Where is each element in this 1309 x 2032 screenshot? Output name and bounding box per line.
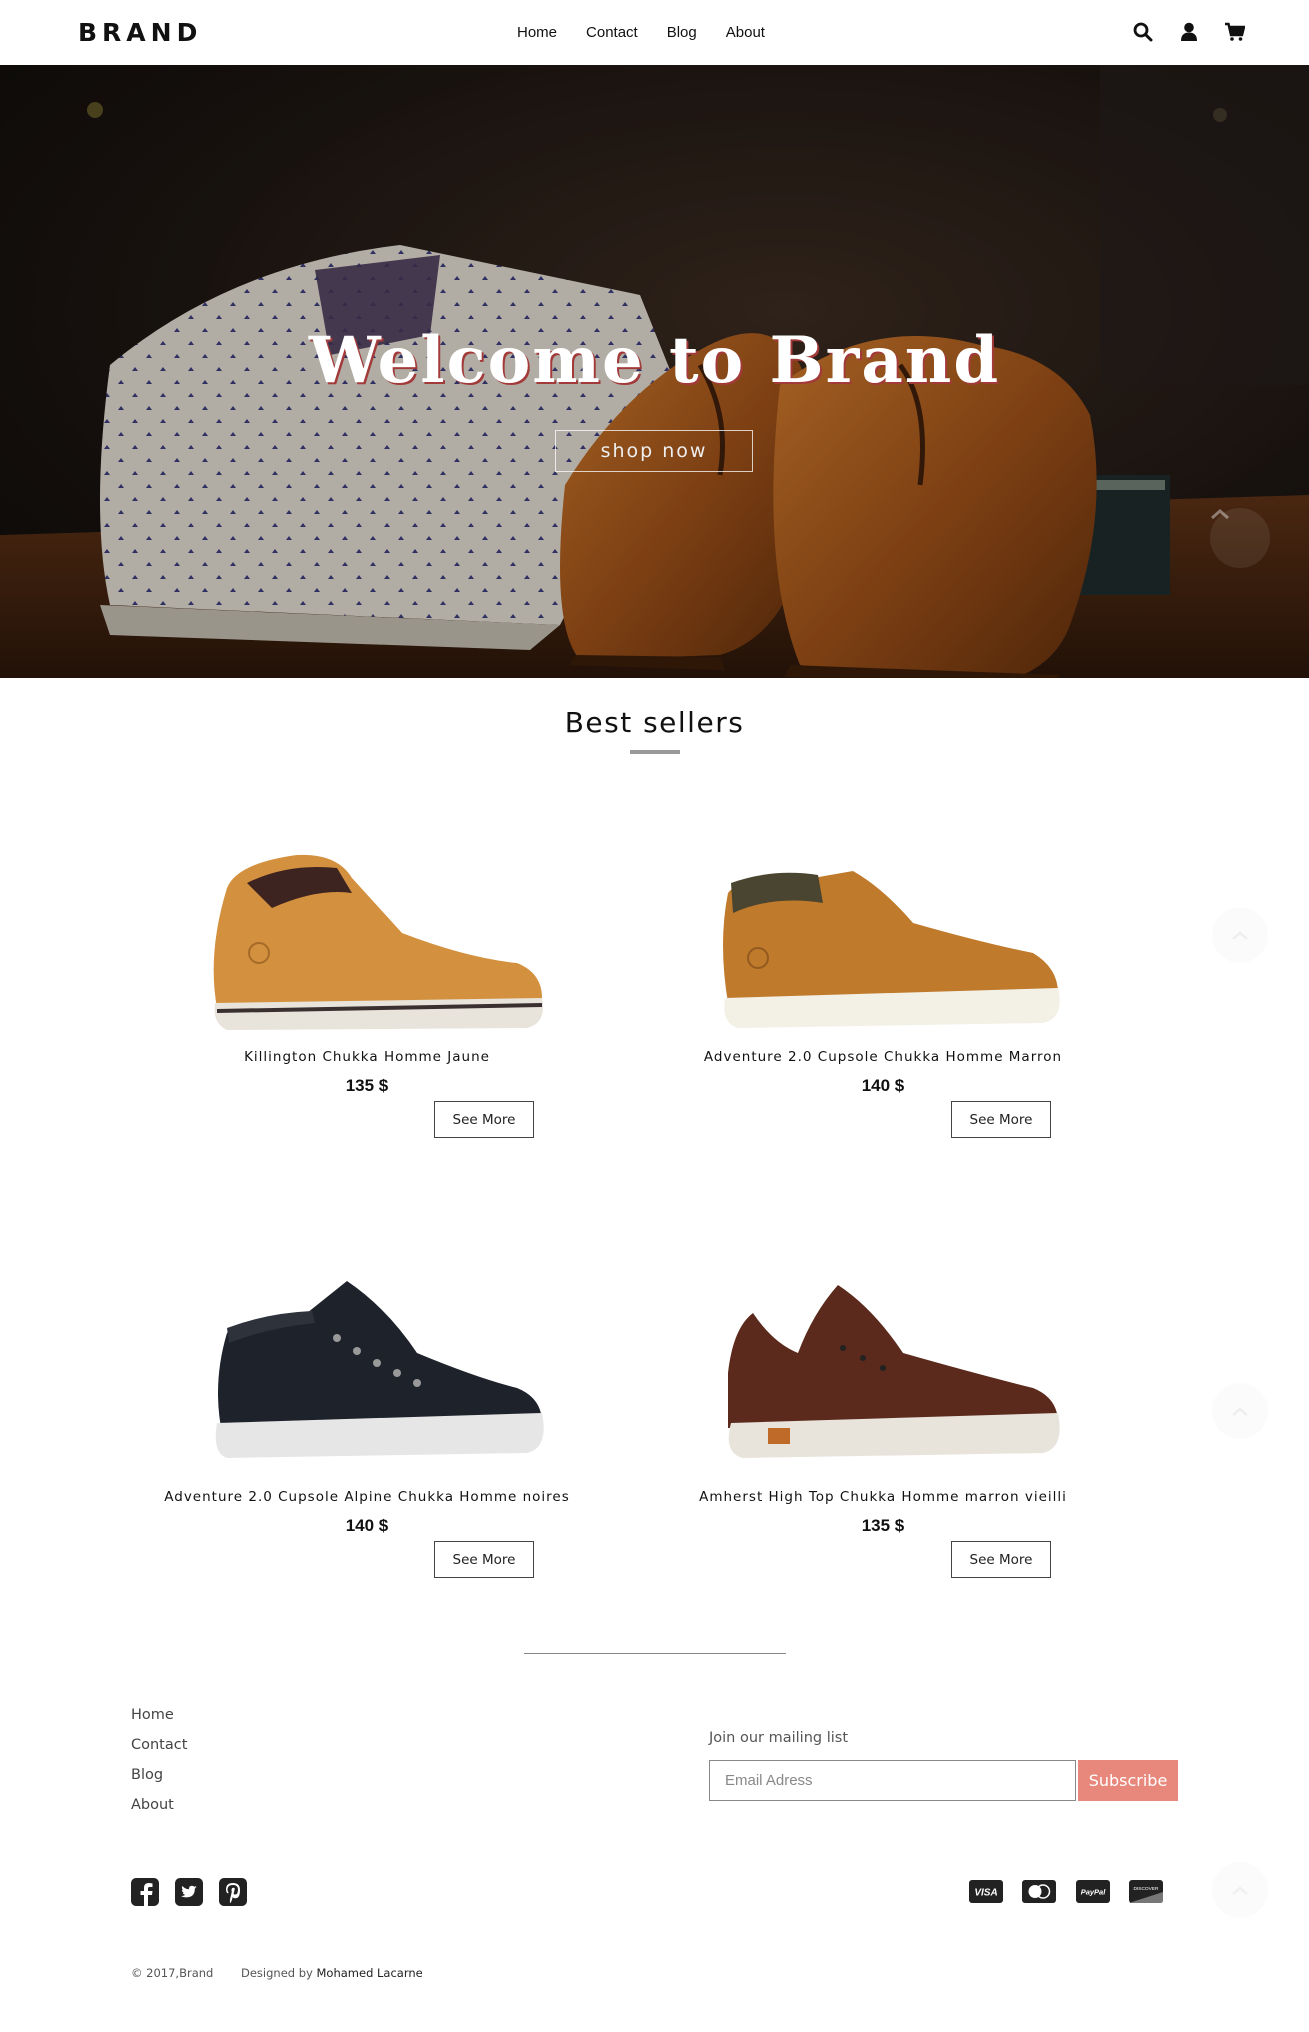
copyright: © 2017,Brand <box>131 1966 214 1980</box>
paypal-icon: PayPal <box>1076 1880 1110 1903</box>
designer-name[interactable]: Mohamed Lacarne <box>317 1966 423 1980</box>
product-price: 135 $ <box>861 1516 905 1535</box>
search-icon[interactable] <box>1131 20 1155 44</box>
product-price: 140 $ <box>861 1076 905 1095</box>
product-card: Killington Chukka Homme Jaune 135 $ See … <box>137 833 597 1143</box>
visa-label: VISA <box>974 1888 997 1899</box>
nav-links: Home Contact Blog About <box>517 24 794 41</box>
footer-link-about[interactable]: About <box>131 1797 174 1813</box>
shop-now-button[interactable]: shop now <box>555 430 753 472</box>
nav-link-home[interactable]: Home <box>517 24 557 41</box>
mailing-list-label: Join our mailing list <box>709 1730 849 1746</box>
product-price: 135 $ <box>345 1076 389 1095</box>
product-price: 140 $ <box>345 1516 389 1535</box>
footer-link-contact[interactable]: Contact <box>131 1737 187 1753</box>
see-more-button[interactable]: See More <box>434 1101 534 1138</box>
footer-divider <box>524 1653 786 1654</box>
nav-link-about[interactable]: About <box>726 24 765 41</box>
navbar: BRAND Home Contact Blog About <box>0 0 1309 65</box>
chevron-up-icon <box>1232 930 1248 940</box>
product-name[interactable]: Adventure 2.0 Cupsole Chukka Homme Marro… <box>653 1049 1113 1065</box>
scroll-up-button[interactable] <box>1212 1862 1268 1918</box>
pinterest-icon[interactable] <box>219 1878 247 1906</box>
twitter-icon[interactable] <box>175 1878 203 1906</box>
see-more-button[interactable]: See More <box>951 1541 1051 1578</box>
designed-by-label: Designed by <box>241 1966 313 1980</box>
hero-banner: Welcome to Brand shop now <box>0 65 1309 678</box>
product-name[interactable]: Killington Chukka Homme Jaune <box>137 1049 597 1065</box>
product-image-dark-brown-sneaker[interactable] <box>703 1273 1083 1483</box>
chevron-up-icon <box>1232 1885 1248 1895</box>
product-name[interactable]: Adventure 2.0 Cupsole Alpine Chukka Homm… <box>137 1489 597 1505</box>
nav-link-contact[interactable]: Contact <box>586 24 638 41</box>
scroll-up-button[interactable] <box>1210 508 1270 568</box>
nav-icons <box>1131 20 1247 44</box>
subscribe-button[interactable]: Subscribe <box>1078 1760 1178 1801</box>
product-image-tan-boot[interactable] <box>187 833 567 1043</box>
product-card: Amherst High Top Chukka Homme marron vie… <box>653 1273 1113 1583</box>
chevron-up-icon <box>1232 1406 1248 1416</box>
brand-logo[interactable]: BRAND <box>78 18 202 47</box>
designed-by: Designed by Mohamed Lacarne <box>241 1966 423 1980</box>
discover-label: DISCOVER <box>1133 1886 1159 1892</box>
product-name[interactable]: Amherst High Top Chukka Homme marron vie… <box>653 1489 1113 1505</box>
discover-icon: DISCOVER <box>1129 1880 1163 1903</box>
user-icon[interactable] <box>1177 20 1201 44</box>
see-more-button[interactable]: See More <box>434 1541 534 1578</box>
product-image-black-chukka[interactable] <box>187 1273 567 1483</box>
nav-link-blog[interactable]: Blog <box>667 24 697 41</box>
footer-link-home[interactable]: Home <box>131 1707 174 1723</box>
product-card: Adventure 2.0 Cupsole Chukka Homme Marro… <box>653 833 1113 1143</box>
mastercard-icon <box>1022 1880 1056 1903</box>
paypal-label: PayPal <box>1081 1888 1107 1897</box>
footer-link-blog[interactable]: Blog <box>131 1767 163 1783</box>
see-more-button[interactable]: See More <box>951 1101 1051 1138</box>
hero-title: Welcome to Brand <box>308 323 1001 398</box>
scroll-up-button[interactable] <box>1212 1383 1268 1439</box>
best-sellers-title: Best sellers <box>564 706 745 739</box>
facebook-icon[interactable] <box>131 1878 159 1906</box>
product-card: Adventure 2.0 Cupsole Alpine Chukka Homm… <box>137 1273 597 1583</box>
chevron-up-icon <box>1211 509 1229 520</box>
title-underline <box>630 750 680 754</box>
email-input[interactable] <box>709 1760 1076 1801</box>
scroll-up-button[interactable] <box>1212 907 1268 963</box>
cart-icon[interactable] <box>1223 20 1247 44</box>
product-image-brown-chukka[interactable] <box>703 833 1083 1043</box>
visa-icon: VISA <box>969 1880 1003 1903</box>
